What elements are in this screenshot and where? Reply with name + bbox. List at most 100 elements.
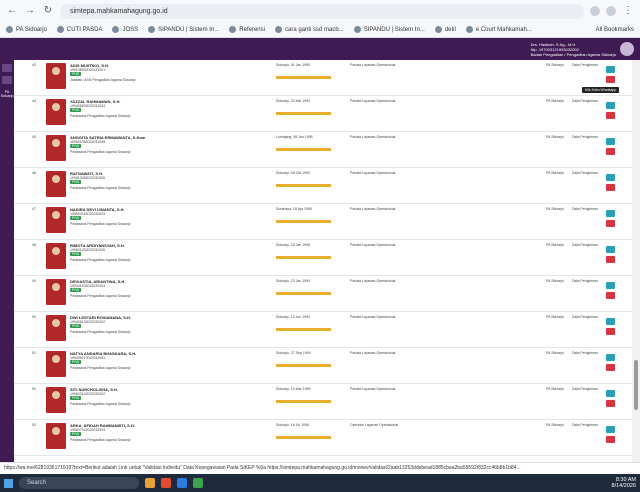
- whatsapp-icon[interactable]: [606, 112, 615, 119]
- position-info: Penata Layanan Operasional: [350, 135, 396, 139]
- scrollbar-thumb[interactable]: [634, 360, 638, 410]
- whatsapp-tooltip: Klik Kirim Whatsapp: [582, 87, 620, 93]
- status-badge: PNS: [70, 144, 82, 148]
- avatar: [620, 42, 634, 56]
- whatsapp-icon[interactable]: [606, 436, 615, 443]
- birth-info: Surabaya, 18 Apr 1995: [276, 207, 312, 211]
- satker: PA Sidoarjo: [546, 171, 565, 175]
- bookmark-icon: [274, 26, 282, 33]
- employee-photo: [46, 279, 66, 305]
- progress-bar: [276, 112, 331, 115]
- whatsapp-icon[interactable]: [606, 76, 615, 83]
- position-info: Operator Layanan Operasional: [350, 423, 399, 427]
- view-icon[interactable]: [606, 354, 615, 361]
- row-actions: [606, 354, 616, 374]
- menu-icon[interactable]: ⋮: [622, 5, 634, 17]
- sidebar-item[interactable]: [2, 76, 12, 84]
- row-actions: [606, 210, 616, 230]
- view-icon[interactable]: [606, 282, 615, 289]
- reload-icon[interactable]: ↻: [42, 5, 54, 17]
- employee-jabatan: Pelaksana Pengadilan Agama Sidoarjo: [70, 258, 131, 262]
- whatsapp-icon[interactable]: [606, 292, 615, 299]
- clock[interactable]: 8:30 AM 8/14/2026: [612, 477, 636, 489]
- position-info: Penata Layanan Operasional: [350, 63, 396, 67]
- bookmark-item[interactable]: detil: [434, 26, 456, 33]
- back-icon[interactable]: ←: [6, 5, 18, 17]
- employee-jabatan: Pelaksana Pengadilan Agama Sidoarjo: [70, 186, 131, 190]
- bookmark-item[interactable]: SIPANDU | Sistem In...: [353, 26, 425, 33]
- employee-jabatan: Pelaksana Pengadilan Agama Sidoarjo: [70, 438, 131, 442]
- whatsapp-icon[interactable]: [606, 364, 615, 371]
- satker: PA Sidoarjo: [546, 135, 565, 139]
- extensions-icon[interactable]: [590, 6, 600, 16]
- progress-bar: [276, 292, 331, 295]
- scrollbar[interactable]: [632, 60, 640, 462]
- table-row: 50 DWI LESTARI ROSIANANA, S.H. 19940613202…: [14, 312, 632, 348]
- view-icon[interactable]: [606, 246, 615, 253]
- bookmark-item[interactable]: JOSS: [112, 26, 138, 33]
- employee-photo: [46, 135, 66, 161]
- position-info: Penata Layanan Operasional: [350, 315, 396, 319]
- progress-bar: [276, 76, 331, 79]
- employee-photo: [46, 63, 66, 89]
- user-profile[interactable]: Drs. Hasibah, S.Ag., M.H. Nip. 197003121…: [531, 42, 634, 57]
- status-badge: PNS: [70, 216, 82, 220]
- address-bar-row: ← → ↻ simtepa.mahkamahagung.go.id ⋮: [0, 0, 640, 22]
- employee-photo: [46, 207, 66, 233]
- bookmark-item[interactable]: PA Sidoarjo: [6, 26, 47, 33]
- windows-start-icon[interactable]: [4, 478, 13, 488]
- employee-jabatan: Pelaksana Pengadilan Agama Sidoarjo: [70, 294, 131, 298]
- bookmark-item[interactable]: SIPANDU | Sistem In...: [148, 26, 219, 33]
- all-bookmarks[interactable]: All Bookmarks: [596, 27, 634, 33]
- status-badge: PNS: [70, 108, 82, 112]
- view-icon[interactable]: [606, 210, 615, 217]
- view-icon[interactable]: [606, 138, 615, 145]
- whatsapp-icon[interactable]: [606, 256, 615, 263]
- sidebar-item[interactable]: [2, 64, 12, 72]
- bookmark-icon: [229, 26, 237, 33]
- profile-icon[interactable]: [606, 6, 616, 16]
- view-icon[interactable]: [606, 390, 615, 397]
- row-actions: [606, 390, 616, 410]
- whatsapp-icon[interactable]: [606, 184, 615, 191]
- whatsapp-icon[interactable]: [606, 148, 615, 155]
- whatsapp-icon[interactable]: [606, 220, 615, 227]
- view-icon[interactable]: [606, 174, 615, 181]
- taskbar-search[interactable]: Search: [19, 477, 139, 489]
- bookmark-item[interactable]: CUTI PASDA: [56, 26, 102, 33]
- edge-icon[interactable]: [177, 478, 187, 488]
- view-icon[interactable]: [606, 426, 615, 433]
- bookmark-item[interactable]: Referensi: [229, 26, 265, 33]
- status-bar-url: https://wa.me/6281936171919?text=Berikut…: [0, 462, 640, 474]
- bookmark-item[interactable]: cara ganti ssd macb...: [274, 26, 344, 33]
- birth-info: Lumajang, 08 Jan 1995: [276, 135, 313, 139]
- forward-icon[interactable]: →: [24, 5, 36, 17]
- employee-photo: [46, 387, 66, 413]
- url-input[interactable]: simtepa.mahkamahagung.go.id: [60, 3, 584, 19]
- view-icon[interactable]: [606, 318, 615, 325]
- bookmark-icon: [112, 26, 120, 33]
- view-icon[interactable]: [606, 102, 615, 109]
- send-status: Data Pengiriman: [572, 99, 599, 103]
- send-status: Data Pengiriman: [572, 279, 599, 283]
- sidebar-label: PA Sidoarjo: [0, 90, 14, 98]
- status-badge: PNS: [70, 324, 82, 328]
- row-number: 46: [32, 171, 36, 175]
- bookmarks-bar: PA Sidoarjo CUTI PASDA JOSS SIPANDU | Si…: [0, 22, 640, 38]
- chrome-icon[interactable]: [193, 478, 203, 488]
- satker: PA Sidoarjo: [546, 99, 565, 103]
- bookmark-icon: [353, 26, 361, 33]
- firefox-icon[interactable]: [161, 478, 171, 488]
- employee-jabatan: Pelaksana Pengadilan Agama Sidoarjo: [70, 402, 131, 406]
- bookmark-icon: [148, 26, 156, 33]
- table-row: 52 SITI NURCHOLISHA, S.H. 1995031420220320…: [14, 384, 632, 420]
- whatsapp-icon[interactable]: [606, 328, 615, 335]
- bookmark-item[interactable]: e Court Mahkamah...: [465, 26, 532, 33]
- file-explorer-icon[interactable]: [145, 478, 155, 488]
- position-info: Penata Layanan Operasional: [350, 171, 396, 175]
- whatsapp-icon[interactable]: [606, 400, 615, 407]
- send-status: Data Pengiriman: [572, 423, 599, 427]
- view-icon[interactable]: [606, 66, 615, 73]
- app-header: Drs. Hasibah, S.Ag., M.H. Nip. 197003121…: [0, 38, 640, 60]
- employee-jabatan: Pelaksana Pengadilan Agama Sidoarjo: [70, 222, 131, 226]
